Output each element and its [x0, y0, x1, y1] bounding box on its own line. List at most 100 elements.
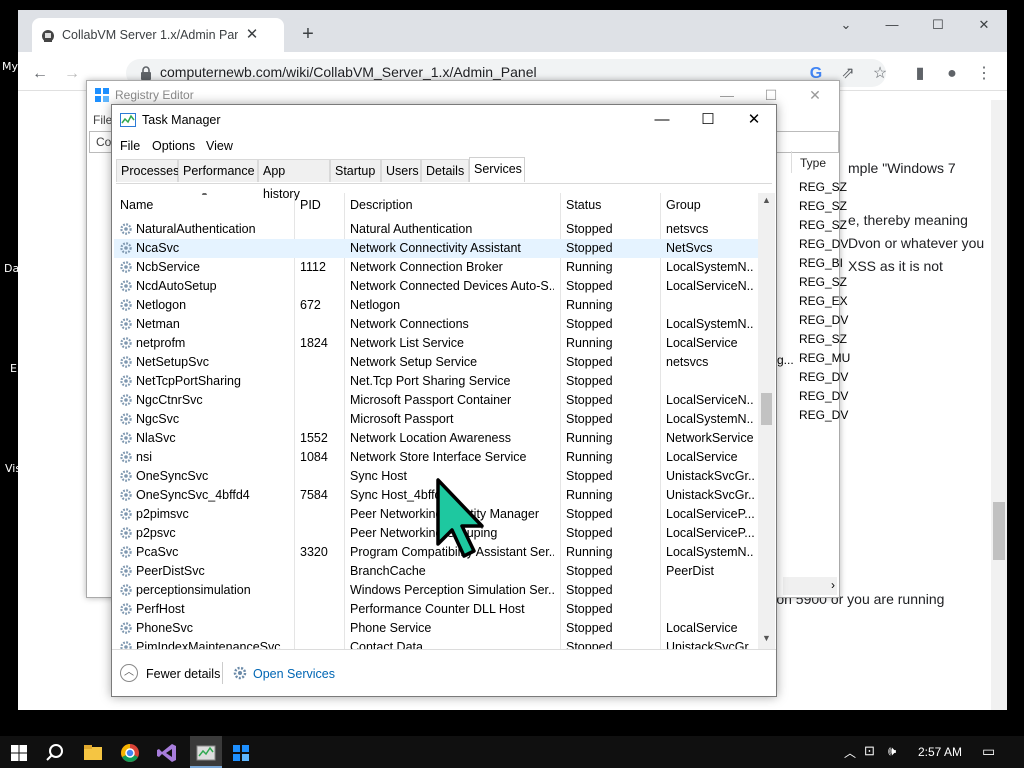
service-status: Stopped: [566, 412, 613, 426]
registry-type-value[interactable]: REG_BI: [799, 256, 843, 270]
profile-icon[interactable]: ●: [940, 62, 964, 86]
table-row[interactable]: NcaSvc Network Connectivity Assistant Stop…: [114, 239, 758, 258]
task-manager-taskbar-icon[interactable]: [193, 740, 219, 766]
registry-type-value[interactable]: REG_SZ: [799, 218, 847, 232]
menu-view[interactable]: View: [206, 139, 233, 153]
table-row[interactable]: NgcCtnrSvc Microsoft Passport Container St…: [114, 391, 758, 410]
tab-services[interactable]: Services: [469, 157, 525, 182]
registry-close-icon[interactable]: ✕: [795, 83, 835, 107]
service-gear-icon: [119, 545, 133, 559]
notification-icon[interactable]: ▭: [982, 743, 995, 760]
desktop-label-e[interactable]: E: [10, 362, 17, 375]
back-icon[interactable]: ←: [28, 62, 52, 86]
table-row[interactable]: NetTcpPortSharing Net.Tcp Port Sharing Se…: [114, 372, 758, 391]
tab-close-icon[interactable]: ✕: [242, 25, 262, 45]
services-scrollbar[interactable]: ▲ ▼: [758, 193, 775, 649]
column-header-group[interactable]: Group: [666, 193, 701, 217]
table-row[interactable]: PerfHost Performance Counter DLL Host Stop…: [114, 600, 758, 619]
address-url[interactable]: computernewb.com/wiki/CollabVM_Server_1.…: [160, 64, 537, 80]
show-hidden-icons-chevron-icon[interactable]: ︿: [844, 744, 856, 761]
scroll-down-icon[interactable]: ▼: [762, 633, 771, 643]
table-row[interactable]: NcdAutoSetup Network Connected Devices Au…: [114, 277, 758, 296]
page-scrollbar[interactable]: [991, 100, 1007, 710]
chevron-up-circle-icon[interactable]: ︿: [120, 664, 138, 682]
registry-type-value[interactable]: REG_DV: [799, 237, 848, 251]
table-row[interactable]: PhoneSvc Phone Service Stopped LocalService: [114, 619, 758, 638]
scroll-up-icon[interactable]: ▲: [762, 195, 771, 205]
network-icon[interactable]: ⊡: [864, 743, 875, 759]
registry-type-value[interactable]: REG_MU: [799, 351, 850, 365]
service-group: UnistackSvcGr...: [666, 469, 754, 483]
tm-maximize-icon[interactable]: ☐: [685, 105, 731, 135]
registry-type-column-header[interactable]: Type: [791, 151, 838, 173]
tm-close-icon[interactable]: ✕: [731, 105, 777, 135]
table-row[interactable]: nsi 1084 Network Store Interface Service Ru…: [114, 448, 758, 467]
table-row[interactable]: NcbService 1112 Network Connection Broker R…: [114, 258, 758, 277]
menu-file[interactable]: File: [120, 139, 140, 153]
chrome-browser-icon[interactable]: [117, 740, 143, 766]
forward-icon[interactable]: →: [60, 62, 84, 86]
column-header-description[interactable]: Description: [350, 193, 413, 217]
new-tab-icon[interactable]: +: [298, 24, 318, 44]
open-services-link[interactable]: Open Services: [253, 667, 335, 681]
registry-type-value[interactable]: REG_DV: [799, 313, 848, 327]
table-row[interactable]: NaturalAuthentication Natural Authenticat…: [114, 220, 758, 239]
visual-studio-icon[interactable]: [154, 740, 180, 766]
tab-users[interactable]: Users: [381, 159, 421, 182]
table-row[interactable]: Netman Network Connections Stopped LocalSys…: [114, 315, 758, 334]
bookmark-star-icon[interactable]: ☆: [868, 62, 892, 86]
service-group: LocalSystemN...: [666, 545, 754, 559]
taskbar-clock[interactable]: 2:57 AM: [918, 745, 962, 759]
chrome-close-icon[interactable]: ✕: [961, 10, 1007, 40]
registry-type-value[interactable]: REG_SZ: [799, 199, 847, 213]
task-manager-title: Task Manager: [142, 113, 221, 127]
registry-type-value[interactable]: REG_SZ: [799, 275, 847, 289]
registry-hscrollbar[interactable]: ›: [783, 577, 837, 595]
services-gear-icon[interactable]: [232, 665, 248, 681]
column-header-pid[interactable]: PID: [300, 193, 321, 217]
table-row[interactable]: PeerDistSvc BranchCache Stopped PeerDist: [114, 562, 758, 581]
start-windows-icon[interactable]: [6, 740, 32, 766]
table-row[interactable]: NlaSvc 1552 Network Location Awareness Runn…: [114, 429, 758, 448]
table-row[interactable]: NgcSvc Microsoft Passport Stopped LocalSyst…: [114, 410, 758, 429]
service-group: netsvcs: [666, 355, 709, 369]
chrome-maximize-icon[interactable]: ☐: [915, 10, 961, 40]
registry-type-value[interactable]: REG_DV: [799, 408, 848, 422]
registry-type-value[interactable]: REG_SZ: [799, 180, 847, 194]
fewer-details-button[interactable]: Fewer details: [146, 667, 220, 681]
sort-ascending-icon: ▲: [200, 193, 209, 197]
registry-type-value[interactable]: REG_DV: [799, 389, 848, 403]
table-row[interactable]: netprofm 1824 Network List Service Running L…: [114, 334, 758, 353]
menu-options[interactable]: Options: [152, 139, 195, 153]
registry-type-value[interactable]: REG_DV: [799, 370, 848, 384]
chrome-tabsearch-icon[interactable]: ⌄: [823, 10, 869, 40]
desktop-label-my[interactable]: My: [2, 60, 18, 73]
side-panel-icon[interactable]: ▮: [908, 62, 932, 86]
volume-icon[interactable]: 🕪: [888, 743, 896, 759]
chrome-menu-icon[interactable]: ⋮: [972, 62, 996, 86]
services-scrollbar-thumb[interactable]: [761, 393, 772, 425]
file-explorer-icon[interactable]: [80, 740, 106, 766]
search-icon[interactable]: [42, 740, 68, 766]
table-row[interactable]: NetSetupSvc Network Setup Service Stopped n…: [114, 353, 758, 372]
table-row[interactable]: Netlogon 672 Netlogon Running: [114, 296, 758, 315]
registry-type-value[interactable]: REG_EX: [799, 294, 848, 308]
column-header-status[interactable]: Status: [566, 193, 601, 217]
table-row[interactable]: perceptionsimulation Windows Perception S…: [114, 581, 758, 600]
tab-strip: Processes Performance App history Startu…: [116, 157, 772, 201]
tab-processes[interactable]: Processes: [116, 159, 179, 182]
column-header-name[interactable]: Name: [120, 193, 153, 217]
tab-details[interactable]: Details: [421, 159, 469, 182]
tab-performance[interactable]: Performance: [178, 159, 258, 182]
page-scrollbar-thumb[interactable]: [993, 502, 1005, 560]
tm-minimize-icon[interactable]: —: [639, 105, 685, 135]
chrome-minimize-icon[interactable]: —: [869, 10, 915, 40]
registry-menu-file[interactable]: File: [93, 113, 112, 127]
table-row[interactable]: PimIndexMaintenanceSvc Contact Data Stoppe…: [114, 638, 758, 649]
desktop-label-da[interactable]: Da: [4, 262, 19, 275]
registry-type-value[interactable]: REG_SZ: [799, 332, 847, 346]
scroll-right-icon[interactable]: ›: [831, 578, 835, 592]
registry-editor-taskbar-icon[interactable]: [228, 740, 254, 766]
tab-startup[interactable]: Startup: [330, 159, 381, 182]
tab-app-history[interactable]: App history: [258, 159, 330, 201]
